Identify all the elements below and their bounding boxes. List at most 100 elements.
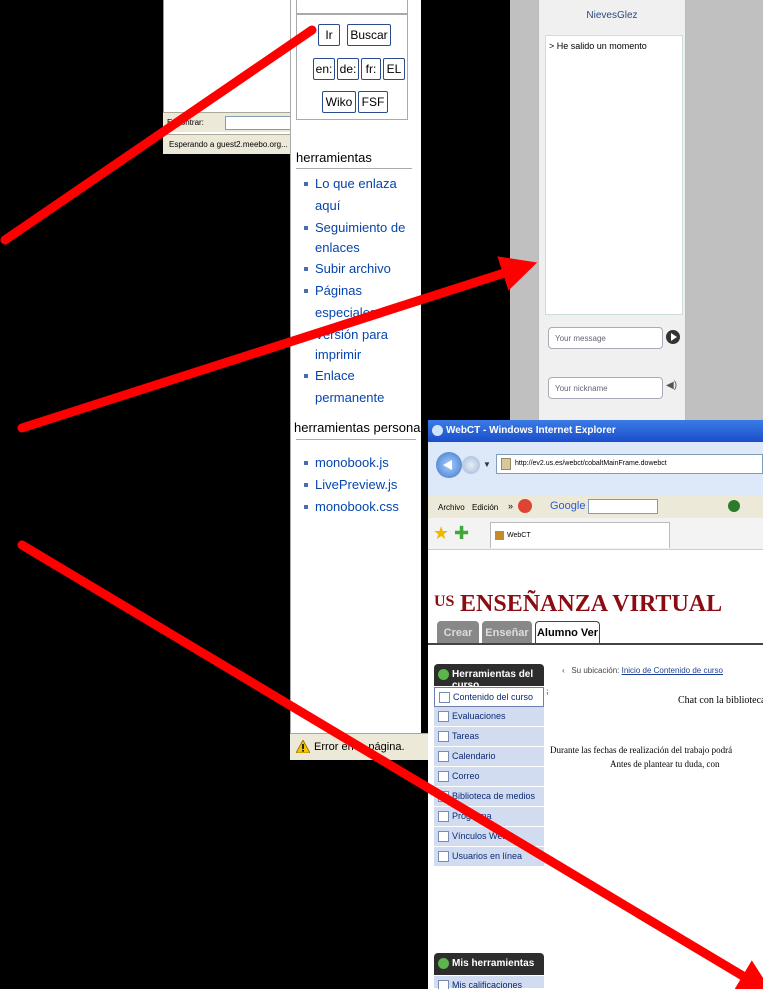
menu-edicion[interactable]: Edición bbox=[472, 503, 498, 512]
favorites-star-icon[interactable]: ★ bbox=[433, 523, 449, 544]
lang-el-button[interactable]: EL bbox=[383, 58, 405, 80]
message-input[interactable]: Your message bbox=[548, 327, 663, 349]
sidebar-item-label: Biblioteca de medios bbox=[452, 791, 536, 801]
grades-icon bbox=[438, 980, 449, 989]
tab-ensenar[interactable]: Enseñar bbox=[482, 621, 532, 644]
sound-icon[interactable]: ◀) bbox=[666, 380, 677, 391]
google-search-input[interactable] bbox=[588, 499, 658, 514]
sidebar-item-evaluaciones[interactable]: Evaluaciones bbox=[434, 707, 544, 727]
ie-icon bbox=[432, 425, 443, 436]
sidebar-item-calificaciones[interactable]: Mis calificaciones bbox=[434, 976, 544, 989]
content-title: Chat con la biblioteca bbox=[678, 695, 763, 706]
personal-tool-link[interactable]: LivePreview.js bbox=[302, 474, 414, 496]
tab-alumno-ver[interactable]: Alumno Ver bbox=[535, 621, 600, 644]
content-text-line-2: Antes de plantear tu duda, con bbox=[610, 759, 720, 769]
chat-username: NievesGlez bbox=[586, 10, 638, 21]
sidebar-item-label: Calendario bbox=[452, 751, 496, 761]
google-label: Google bbox=[550, 500, 586, 512]
add-favorite-icon[interactable]: ✚ bbox=[454, 523, 469, 544]
tools-title: herramientas bbox=[296, 150, 372, 165]
chat-log: > He salido un momento bbox=[545, 35, 683, 315]
send-button[interactable] bbox=[666, 330, 680, 344]
webct-banner: US ENSEÑANZA VIRTUAL bbox=[428, 585, 763, 625]
sidebar-item-correo[interactable]: Correo bbox=[434, 767, 544, 787]
tab-label: WebCT bbox=[507, 532, 531, 539]
syllabus-icon bbox=[438, 811, 449, 822]
lang-de-button[interactable]: de: bbox=[337, 58, 359, 80]
course-tools-header: Herramientas del curso bbox=[434, 664, 544, 691]
tab-webct[interactable]: WebCT bbox=[490, 522, 670, 548]
wiki-tool-link[interactable]: Subir archivo bbox=[302, 258, 414, 280]
breadcrumb: ‹ Su ubicación: Inicio de Contenido de c… bbox=[562, 666, 723, 675]
wiki-tool-link[interactable]: Páginas especiales bbox=[302, 280, 414, 324]
find-label: Encontrar: bbox=[167, 118, 204, 127]
wiki-tool-link[interactable]: Enlace permanente bbox=[302, 365, 414, 409]
sidebar-item-biblioteca[interactable]: Biblioteca de medios bbox=[434, 787, 544, 807]
address-bar[interactable]: http://ev2.us.es/webct/cobaltMainFrame.d… bbox=[496, 454, 763, 474]
lang-en-button[interactable]: en: bbox=[313, 58, 335, 80]
wiki-search-input[interactable] bbox=[296, 0, 408, 14]
sidebar-item-contenido[interactable]: Contenido del curso bbox=[434, 687, 544, 707]
sidebar-item-label: Correo bbox=[452, 771, 480, 781]
sidebar-item-calendario[interactable]: Calendario bbox=[434, 747, 544, 767]
arrow-to-chat-widget bbox=[17, 256, 538, 433]
personal-tools-divider bbox=[296, 439, 416, 440]
go-icon[interactable] bbox=[728, 500, 740, 512]
banner-title: ENSEÑANZA VIRTUAL bbox=[460, 591, 723, 617]
calendar-icon bbox=[438, 751, 449, 762]
sidebar-item-label: Programa bbox=[452, 811, 492, 821]
sidebar-item-label: Usuarios en línea bbox=[452, 851, 523, 861]
nickname-input[interactable]: Your nickname bbox=[548, 377, 663, 399]
sidebar-item-label: Contenido del curso bbox=[453, 692, 534, 702]
personal-tools-list: monobook.js LivePreview.js monobook.css bbox=[302, 452, 414, 518]
sidebar-item-label: Mis calificaciones bbox=[452, 980, 523, 989]
breadcrumb-link[interactable]: Inicio de Contenido de curso bbox=[622, 666, 723, 675]
go-button[interactable]: Ir bbox=[318, 24, 340, 46]
status-bar: Esperando a guest2.meebo.org... bbox=[163, 134, 310, 154]
assessment-icon bbox=[438, 711, 449, 722]
wiki-tool-link[interactable]: Versión para imprimir bbox=[302, 324, 414, 365]
sidebar-item-label: Vínculos Web bbox=[452, 831, 508, 841]
personal-tools-title: herramientas personales bbox=[294, 420, 438, 435]
warning-icon bbox=[296, 740, 310, 753]
tab-crear[interactable]: Crear bbox=[437, 621, 479, 644]
forward-icon[interactable] bbox=[462, 456, 480, 474]
breadcrumb-label: Su ubicación: bbox=[571, 666, 620, 675]
page-icon bbox=[501, 458, 511, 470]
webct-content-area bbox=[548, 662, 763, 989]
sidebar-item-usuarios[interactable]: Usuarios en línea bbox=[434, 847, 544, 867]
history-dropdown-icon[interactable]: ▼ bbox=[483, 460, 491, 469]
personal-tool-link[interactable]: monobook.css bbox=[302, 496, 414, 518]
window-title: WebCT - Windows Internet Explorer bbox=[446, 425, 616, 436]
wiko-button[interactable]: Wiko bbox=[322, 91, 356, 113]
assignment-icon bbox=[438, 731, 449, 742]
search-button[interactable]: Buscar bbox=[347, 24, 391, 46]
ie-title-bar: WebCT - Windows Internet Explorer bbox=[428, 420, 763, 442]
tab-underline bbox=[428, 643, 763, 645]
google-toolbar-icon[interactable] bbox=[518, 499, 532, 513]
sidebar-item-tareas[interactable]: Tareas bbox=[434, 727, 544, 747]
fsf-button[interactable]: FSF bbox=[358, 91, 388, 113]
sidebar-item-programa[interactable]: Programa bbox=[434, 807, 544, 827]
ie-status-bar: Error en la página. bbox=[290, 733, 440, 760]
content-text-line-1: Durante las fechas de realización del tr… bbox=[550, 745, 733, 755]
webct-favicon bbox=[495, 531, 504, 540]
personal-tool-link[interactable]: monobook.js bbox=[302, 452, 414, 474]
more-menus-icon[interactable]: » bbox=[508, 501, 513, 511]
error-text[interactable]: Error en la página. bbox=[314, 741, 405, 753]
breadcrumb-back-icon[interactable]: ‹ bbox=[562, 666, 569, 675]
university-logo: US bbox=[434, 593, 455, 610]
wiki-tool-link[interactable]: Lo que enlaza aquí bbox=[302, 173, 414, 217]
my-tools-header: Mis herramientas bbox=[434, 953, 544, 975]
web-links-icon bbox=[438, 831, 449, 842]
menu-archivo[interactable]: Archivo bbox=[438, 503, 465, 512]
status-text: Esperando a guest2.meebo.org... bbox=[169, 140, 288, 149]
back-icon[interactable] bbox=[436, 452, 462, 478]
mail-icon bbox=[438, 771, 449, 782]
tools-divider bbox=[296, 168, 412, 169]
lang-fr-button[interactable]: fr: bbox=[361, 58, 381, 80]
ie-menu-bar: Archivo Edición » Google bbox=[428, 496, 763, 518]
tools-list: Lo que enlaza aquí Seguimiento de enlace… bbox=[302, 173, 414, 409]
sidebar-item-vinculos[interactable]: Vínculos Web bbox=[434, 827, 544, 847]
wiki-tool-link[interactable]: Seguimiento de enlaces bbox=[302, 217, 414, 258]
